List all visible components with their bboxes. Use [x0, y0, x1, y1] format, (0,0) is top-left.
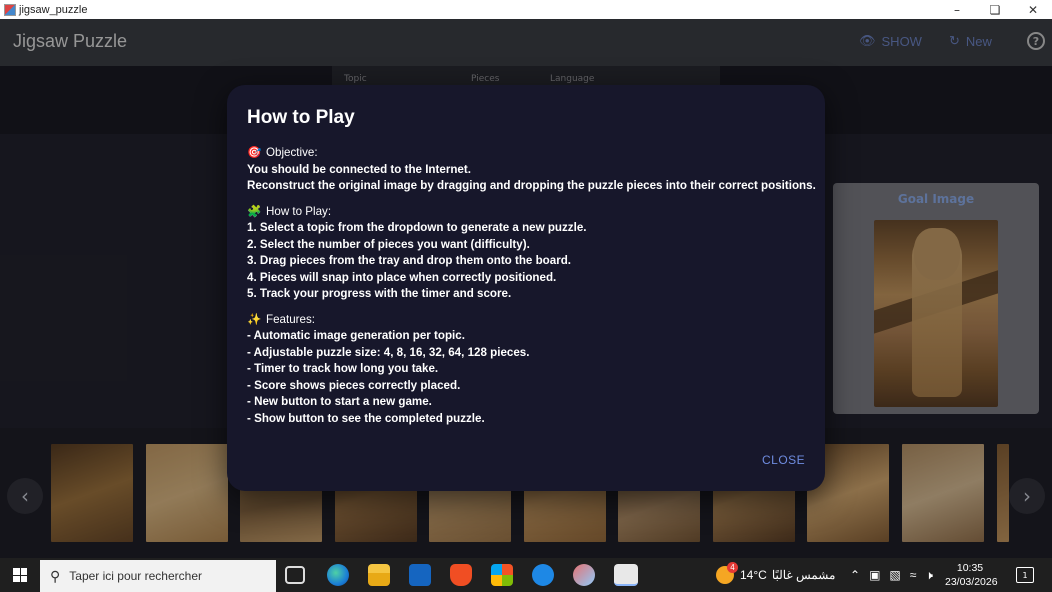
howto-line: 5. Track your progress with the timer an…	[247, 287, 512, 300]
features-section: ✨ Features: - Automatic image generation …	[247, 312, 817, 428]
clock-date: 23/03/2026	[945, 576, 998, 588]
howto-line: 1. Select a topic from the dropdown to g…	[247, 221, 587, 234]
search-icon: ⚲	[50, 567, 61, 584]
features-line: - Score shows pieces correctly placed.	[247, 378, 461, 392]
windows-logo-icon	[13, 568, 27, 582]
task-view-icon[interactable]	[285, 566, 305, 584]
how-to-play-dialog: How to Play 🎯 Objective: You should be co…	[227, 85, 825, 491]
close-button[interactable]: CLOSE	[762, 453, 805, 467]
howto-line: 3. Drag pieces from the tray and drop th…	[247, 254, 572, 267]
howto-heading: How to Play:	[266, 204, 332, 218]
features-line: - Adjustable puzzle size: 4, 8, 16, 32, …	[247, 345, 530, 359]
window-controls: – ❏ ✕	[938, 0, 1052, 19]
file-explorer-icon[interactable]	[368, 564, 390, 586]
clock-time: 10:35	[956, 562, 984, 574]
objective-line: Reconstruct the original image by draggi…	[247, 179, 816, 192]
wifi-icon[interactable]: ≈	[910, 568, 917, 582]
notification-icon[interactable]: 1	[1016, 567, 1034, 583]
taskbar: ⚲ Taper ici pour rechercher 4 14°C مشمس …	[0, 558, 1052, 592]
features-line: - Automatic image generation per topic.	[247, 329, 465, 342]
microsoft-store-icon[interactable]	[491, 564, 513, 586]
app-icon	[4, 3, 16, 16]
clock[interactable]: 10:35 23/03/2026	[945, 561, 998, 589]
sparkles-icon: ✨	[247, 312, 262, 326]
close-window-icon[interactable]: ✕	[1014, 0, 1052, 19]
app-store-icon[interactable]	[532, 564, 554, 586]
volume-icon[interactable]: 🕨	[925, 568, 933, 583]
weather-temp: 14°C	[740, 568, 767, 582]
search-placeholder: Taper ici pour rechercher	[69, 569, 202, 583]
objective-heading: Objective:	[266, 146, 318, 159]
window-titlebar: jigsaw_puzzle – ❏ ✕	[0, 0, 1052, 19]
jigsaw-app-taskbar-icon[interactable]	[614, 564, 638, 586]
taskbar-search[interactable]: ⚲ Taper ici pour rechercher	[40, 560, 276, 592]
objective-line: You should be connected to the Internet.	[247, 162, 471, 176]
howto-line: 4. Pieces will snap into place when corr…	[247, 270, 557, 284]
weather-sun-icon: 4	[716, 562, 738, 584]
restore-icon[interactable]: ❏	[976, 0, 1014, 19]
brave-browser-icon[interactable]	[450, 564, 472, 586]
howto-section: 🧩 How to Play: 1. Select a topic from the…	[247, 204, 817, 303]
features-heading: Features:	[266, 312, 315, 326]
device-icon[interactable]: ▣	[869, 568, 880, 582]
features-line: - Show button to see the completed puzzl…	[247, 411, 485, 425]
start-button[interactable]	[0, 558, 40, 592]
puzzle-piece-icon: 🧩	[247, 204, 262, 218]
system-tray: ⌃ ▣ ▧ ≈ 🕨	[850, 558, 933, 592]
weather-widget[interactable]: 4 14°C مشمس غالبًا	[716, 558, 835, 592]
minimize-icon[interactable]: –	[938, 0, 976, 19]
language-ime-icon[interactable]: ▧	[889, 568, 900, 582]
objective-section: 🎯 Objective: You should be connected to t…	[247, 145, 817, 195]
pinned-app-icon[interactable]	[573, 564, 595, 586]
dialog-body: 🎯 Objective: You should be connected to t…	[247, 145, 817, 436]
outlook-icon[interactable]	[409, 564, 431, 586]
edge-browser-icon[interactable]	[327, 564, 349, 586]
weather-badge: 4	[727, 562, 738, 573]
dialog-title: How to Play	[247, 107, 355, 128]
features-line: - Timer to track how long you take.	[247, 362, 439, 375]
window-title: jigsaw_puzzle	[19, 3, 88, 16]
weather-text: مشمس غالبًا	[771, 568, 836, 582]
features-line: - New button to start a new game.	[247, 395, 432, 408]
target-icon: 🎯	[247, 146, 262, 159]
chevron-up-icon[interactable]: ⌃	[850, 568, 860, 582]
howto-line: 2. Select the number of pieces you want …	[247, 237, 530, 251]
